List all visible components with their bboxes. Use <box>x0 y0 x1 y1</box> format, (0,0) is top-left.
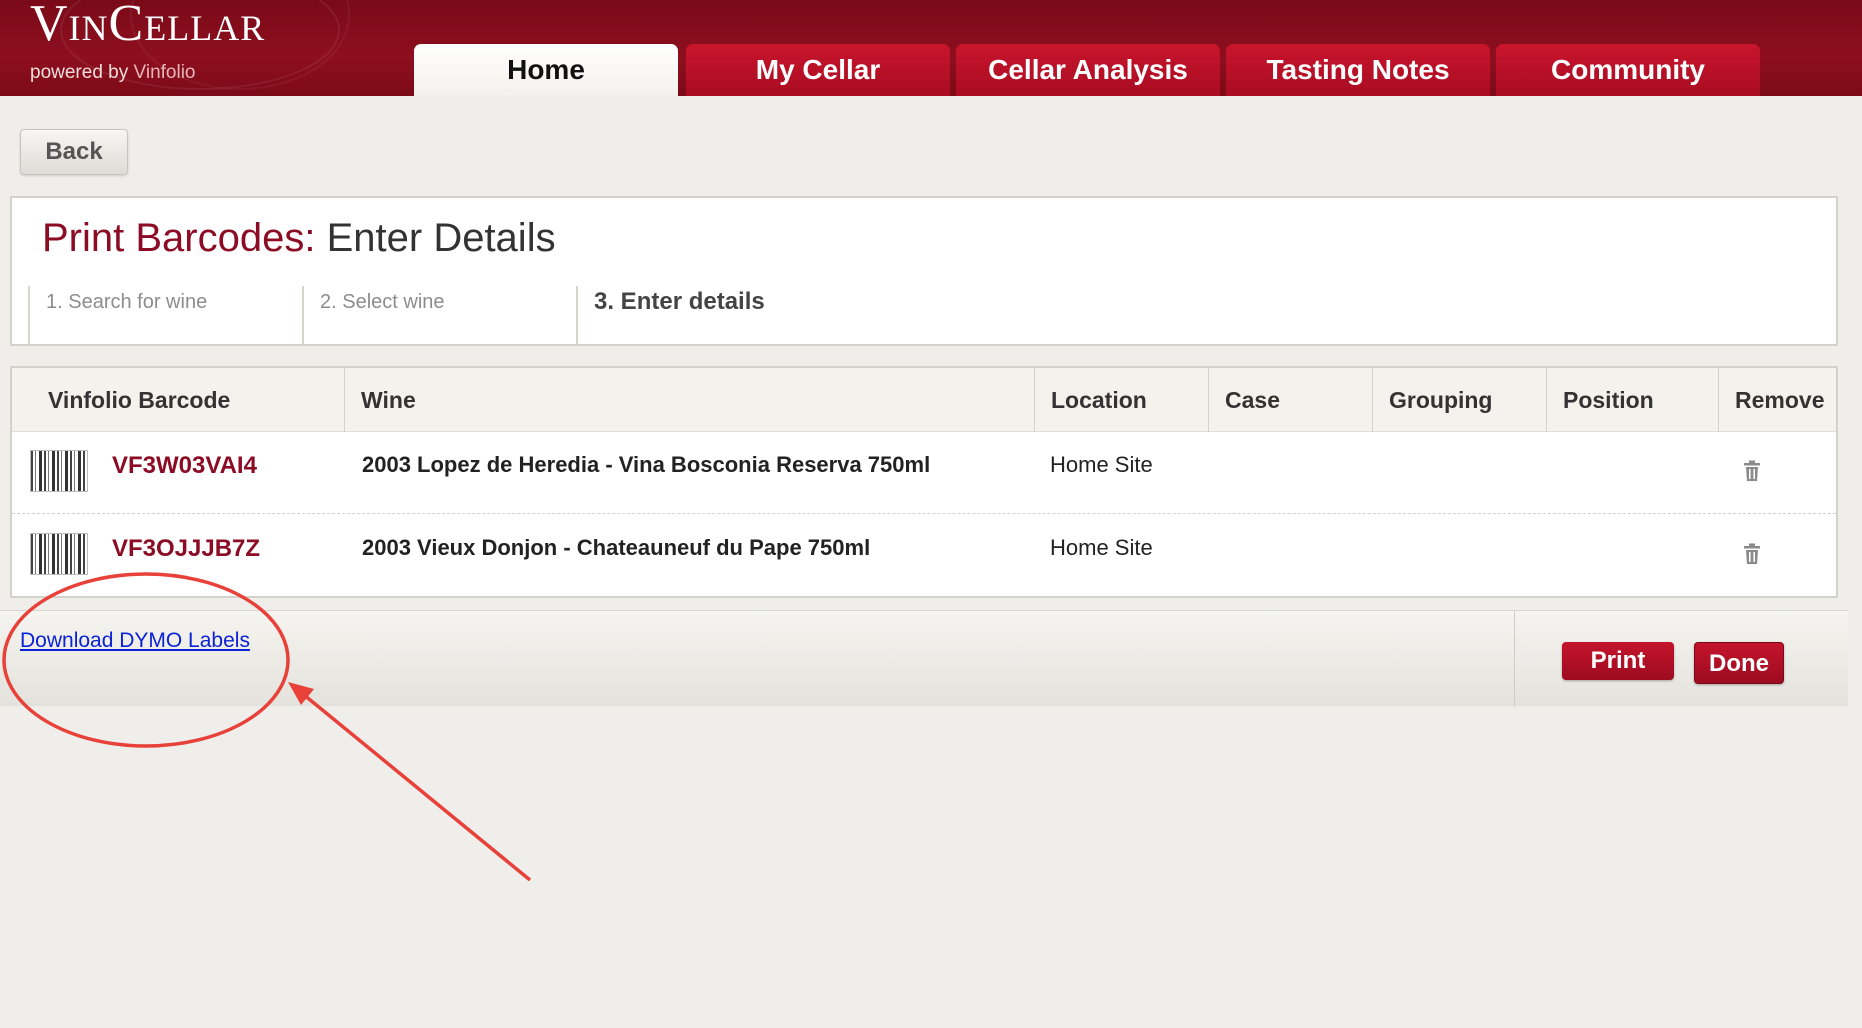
column-header-position: Position <box>1546 368 1718 432</box>
barcode-table: Vinfolio Barcode Wine Location Case Grou… <box>10 366 1838 598</box>
table-row: VF3OJJJB7Z 2003 Vieux Donjon - Chateaune… <box>12 515 1836 597</box>
barcode-icon <box>30 533 88 575</box>
print-button[interactable]: Print <box>1562 642 1674 680</box>
column-header-location: Location <box>1034 368 1208 432</box>
column-header-grouping: Grouping <box>1372 368 1546 432</box>
page-title-suffix: Enter Details <box>326 216 556 260</box>
trash-icon[interactable] <box>1742 543 1762 565</box>
print-barcodes-panel: Print Barcodes: Enter Details 1. Search … <box>10 196 1838 346</box>
table-row: VF3W03VAI4 2003 Lopez de Heredia - Vina … <box>12 432 1836 514</box>
action-bar: Download DYMO Labels Print Done <box>0 610 1848 707</box>
column-header-barcode: Vinfolio Barcode <box>48 387 231 413</box>
column-header-remove: Remove <box>1718 368 1836 432</box>
column-header-case: Case <box>1208 368 1372 432</box>
wine-name: 2003 Vieux Donjon - Chateauneuf du Pape … <box>362 535 871 560</box>
page-title-prefix: Print Barcodes: <box>42 216 316 260</box>
download-dymo-labels-link[interactable]: Download DYMO Labels <box>20 629 250 653</box>
annotation-arrow-line <box>296 688 532 882</box>
tab-community[interactable]: Community <box>1496 44 1760 96</box>
step-enter-details: 3. Enter details <box>576 286 976 344</box>
logo-subtitle-brand: Vinfolio <box>133 62 196 83</box>
app-header: VinCellar powered by Vinfolio Home My Ce… <box>0 0 1862 96</box>
done-button[interactable]: Done <box>1694 642 1784 684</box>
logo-subtitle: powered by Vinfolio <box>30 62 196 84</box>
tab-home[interactable]: Home <box>414 44 678 96</box>
step-select-wine[interactable]: 2. Select wine <box>302 286 576 344</box>
location-value: Home Site <box>1050 535 1153 560</box>
wine-name: 2003 Lopez de Heredia - Vina Bosconia Re… <box>362 452 931 477</box>
logo-subtitle-prefix: powered by <box>30 62 134 83</box>
column-header-wine: Wine <box>344 368 1034 432</box>
barcode-icon <box>30 450 88 492</box>
table-header: Vinfolio Barcode Wine Location Case Grou… <box>12 368 1836 432</box>
trash-icon[interactable] <box>1742 460 1762 482</box>
page-title: Print Barcodes: Enter Details <box>42 216 556 261</box>
barcode-value[interactable]: VF3W03VAI4 <box>112 452 257 480</box>
tab-cellar-analysis[interactable]: Cellar Analysis <box>956 44 1220 96</box>
location-value: Home Site <box>1050 452 1153 477</box>
action-bar-divider <box>1514 611 1515 707</box>
back-button[interactable]: Back <box>20 129 128 175</box>
barcode-value[interactable]: VF3OJJJB7Z <box>112 535 260 563</box>
step-search-for-wine[interactable]: 1. Search for wine <box>28 286 302 344</box>
tab-my-cellar[interactable]: My Cellar <box>686 44 950 96</box>
tab-tasting-notes[interactable]: Tasting Notes <box>1226 44 1490 96</box>
app-logo[interactable]: VinCellar <box>30 0 265 53</box>
